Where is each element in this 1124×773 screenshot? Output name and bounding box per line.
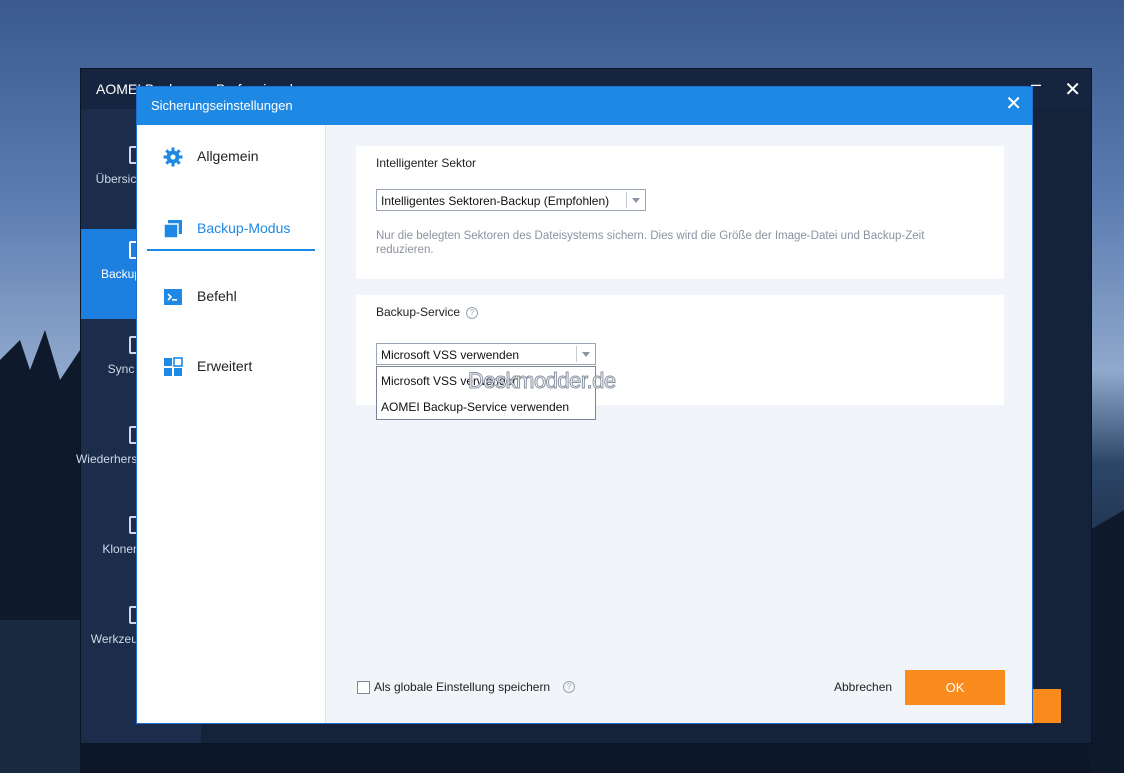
dropdown-option-aomei[interactable]: AOMEI Backup-Service verwenden [381, 400, 569, 414]
sector-mode-select[interactable]: Intelligentes Sektoren-Backup (Empfohlen… [376, 189, 646, 211]
nav-item-label: Befehl [197, 288, 237, 304]
backup-mode-icon [163, 220, 182, 239]
dialog-nav: Allgemein Backup-Modus Befehl Erweitert [137, 125, 326, 723]
nav-item-label: Allgemein [197, 148, 259, 164]
select-value: Microsoft VSS verwenden [381, 348, 520, 362]
grid-icon [164, 357, 183, 376]
close-icon[interactable]: ✕ [1005, 94, 1022, 114]
card-title-text: Backup-Service [376, 305, 461, 319]
sector-description: Nur die belegten Sektoren des Dateisyste… [376, 230, 925, 256]
watermark: Deskmodder.de [468, 368, 617, 394]
settings-dialog: Sicherungseinstellungen ✕ Allgemein Back… [136, 86, 1033, 724]
backup-service-select[interactable]: Microsoft VSS verwenden [376, 343, 596, 365]
global-setting-checkbox[interactable] [357, 681, 370, 694]
help-icon[interactable]: ? [563, 681, 575, 693]
chevron-down-icon [576, 346, 595, 362]
cancel-button[interactable]: Abbrechen [834, 680, 892, 694]
nav-item-backup-mode[interactable]: Backup-Modus [147, 209, 315, 251]
chevron-down-icon [626, 192, 645, 208]
nav-item-general[interactable]: Allgemein [147, 137, 315, 177]
select-value: Intelligentes Sektoren-Backup (Empfohlen… [381, 194, 610, 208]
card-title: Backup-Service? [376, 305, 479, 319]
nav-item-label: Erweitert [197, 358, 253, 374]
terminal-icon [164, 289, 182, 305]
intelligent-sector-card: Intelligenter Sektor Intelligentes Sekto… [356, 146, 1004, 279]
ok-button[interactable]: OK [905, 670, 1005, 705]
global-setting-label: Als globale Einstellung speichern [374, 680, 551, 694]
nav-item-label: Backup-Modus [197, 220, 291, 236]
gear-icon [163, 147, 183, 167]
card-title: Intelligenter Sektor [376, 156, 477, 170]
close-icon[interactable]: ✕ [1064, 77, 1081, 102]
help-icon[interactable]: ? [466, 307, 479, 319]
dialog-title: Sicherungseinstellungen [151, 98, 293, 113]
dialog-content: Intelligenter Sektor Intelligentes Sekto… [326, 125, 1032, 723]
nav-item-command[interactable]: Befehl [147, 277, 315, 317]
dialog-header: Sicherungseinstellungen ✕ [137, 87, 1032, 125]
nav-item-advanced[interactable]: Erweitert [147, 347, 315, 387]
